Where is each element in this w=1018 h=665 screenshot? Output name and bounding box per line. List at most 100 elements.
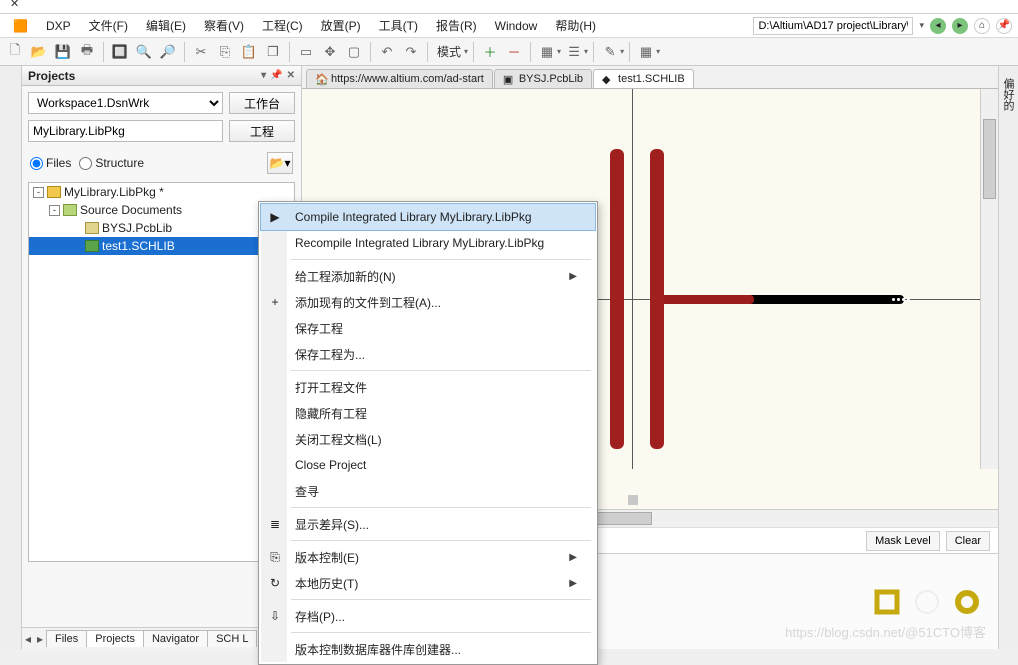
- menu-reports[interactable]: 报告(R): [429, 15, 484, 36]
- watermark: https://blog.csdn.net/@51CTO博客: [785, 622, 986, 641]
- ctx-item[interactable]: 保存工程为...: [261, 341, 595, 367]
- panel-close-icon[interactable]: ✕: [287, 70, 295, 81]
- panel-menu-icon[interactable]: ▾: [261, 70, 266, 81]
- workspace-select[interactable]: Workspace1.DsnWrk: [28, 92, 223, 114]
- tree-item[interactable]: - MyLibrary.LibPkg *: [29, 183, 294, 201]
- move-icon[interactable]: ✥: [319, 41, 341, 63]
- undo-icon[interactable]: ↶: [376, 41, 398, 63]
- pin-icon[interactable]: 📌: [996, 18, 1012, 34]
- ctx-icon: ≣: [267, 516, 283, 532]
- ctx-label: 添加现有的文件到工程(A)...: [295, 294, 441, 311]
- submenu-icon: ▶: [569, 578, 577, 589]
- zoom-fit-icon[interactable]: 🔲: [109, 41, 131, 63]
- tab-sch[interactable]: SCH L: [207, 630, 257, 647]
- ctx-item[interactable]: 保存工程: [261, 315, 595, 341]
- ctx-item[interactable]: ↻本地历史(T)▶: [261, 570, 595, 596]
- ctx-item[interactable]: 隐藏所有工程: [261, 400, 595, 426]
- workspace-button[interactable]: 工作台: [229, 92, 295, 114]
- menu-view[interactable]: 察看(V): [197, 15, 251, 36]
- project-input[interactable]: [28, 120, 223, 142]
- menu-file[interactable]: 文件(F): [82, 15, 135, 36]
- select-rect-icon[interactable]: ▭: [295, 41, 317, 63]
- panel-pin-icon[interactable]: 📌: [270, 70, 282, 81]
- doc-tab-label: BYSJ.PcbLib: [519, 73, 583, 85]
- doc-tab[interactable]: ◆test1.SCHLIB: [593, 69, 694, 88]
- ctx-item[interactable]: Close Project: [261, 452, 595, 478]
- ctx-label: 隐藏所有工程: [295, 405, 367, 422]
- project-tree[interactable]: -MyLibrary.LibPkg *-Source DocumentsBYSJ…: [28, 182, 295, 562]
- path-input[interactable]: [753, 17, 913, 35]
- part-icon[interactable]: ▦: [536, 41, 558, 63]
- ctx-item[interactable]: Recompile Integrated Library MyLibrary.L…: [261, 230, 595, 256]
- paste-icon[interactable]: 📋: [238, 41, 260, 63]
- tab-prev-icon[interactable]: ◂: [22, 632, 34, 646]
- home-icon[interactable]: ⌂: [974, 18, 990, 34]
- tree-item[interactable]: test1.SCHLIB: [29, 237, 294, 255]
- stack-icon[interactable]: ☰: [563, 41, 585, 63]
- doc-tab[interactable]: ▣ BYSJ.PcbLib: [494, 69, 592, 88]
- dup-icon[interactable]: ❐: [262, 41, 284, 63]
- mode-label[interactable]: 模式: [433, 43, 465, 60]
- expand-icon[interactable]: -: [49, 205, 60, 216]
- mask-level-button[interactable]: Mask Level: [866, 531, 940, 551]
- menu-dxp[interactable]: DXP: [39, 17, 78, 35]
- tree-label: MyLibrary.LibPkg *: [64, 185, 164, 199]
- ctx-item[interactable]: ⇩存档(P)...: [261, 603, 595, 629]
- menu-dxp-icon[interactable]: 🟧: [6, 17, 35, 35]
- menu-edit[interactable]: 编辑(E): [139, 15, 193, 36]
- radio-files[interactable]: Files: [30, 156, 71, 170]
- tree-item[interactable]: -Source Documents: [29, 201, 294, 219]
- menu-window[interactable]: Window: [488, 17, 545, 35]
- path-drop-icon[interactable]: ▾: [919, 20, 924, 31]
- ctx-item[interactable]: ⎘版本控制(E)▶: [261, 544, 595, 570]
- ctx-item[interactable]: 版本控制数据库器件库创建器...: [261, 636, 595, 662]
- save-icon[interactable]: 💾: [52, 41, 74, 63]
- dsel-icon[interactable]: ▢: [343, 41, 365, 63]
- dock-fav[interactable]: 偏好的: [998, 72, 1018, 649]
- new-doc-icon[interactable]: 🗋: [4, 41, 26, 63]
- ctx-item[interactable]: ▶Compile Integrated Library MyLibrary.Li…: [261, 204, 595, 230]
- axis-vertical: [632, 89, 633, 469]
- expand-icon[interactable]: -: [33, 187, 44, 198]
- ctx-item[interactable]: 查寻: [261, 478, 595, 504]
- pcblib-icon: ▣: [503, 73, 515, 85]
- cut-icon[interactable]: ✂: [190, 41, 212, 63]
- tab-projects[interactable]: Projects: [86, 630, 144, 647]
- nav-fwd-icon[interactable]: ▸: [952, 18, 968, 34]
- ctx-item[interactable]: 打开工程文件: [261, 374, 595, 400]
- handle[interactable]: [628, 495, 638, 505]
- tab-files[interactable]: Files: [46, 630, 87, 647]
- submenu-icon: ▶: [569, 552, 577, 563]
- tab-navigator[interactable]: Navigator: [143, 630, 208, 647]
- print-icon[interactable]: 🖶: [76, 41, 98, 63]
- menu-project[interactable]: 工程(C): [255, 15, 310, 36]
- ctx-item[interactable]: + 添加现有的文件到工程(A)...: [261, 289, 595, 315]
- clear-button[interactable]: Clear: [946, 531, 990, 551]
- folder-btn-icon[interactable]: 📂▾: [267, 152, 293, 174]
- nav-back-icon[interactable]: ◂: [930, 18, 946, 34]
- copy-icon[interactable]: ⎘: [214, 41, 236, 63]
- redo-icon[interactable]: ↷: [400, 41, 422, 63]
- scrollbar-vertical[interactable]: [980, 89, 998, 469]
- zoom-in-icon[interactable]: 🔍: [133, 41, 155, 63]
- ctx-item[interactable]: ≣显示差异(S)...: [261, 511, 595, 537]
- menubar: 🟧 DXP 文件(F) 编辑(E) 察看(V) 工程(C) 放置(P) 工具(T…: [0, 14, 1018, 38]
- plus-icon[interactable]: ＋: [479, 41, 501, 63]
- ctx-item[interactable]: 给工程添加新的(N)▶: [261, 263, 595, 289]
- pen-icon[interactable]: ✎: [599, 41, 621, 63]
- project-button[interactable]: 工程: [229, 120, 295, 142]
- minus-icon[interactable]: －: [503, 41, 525, 63]
- tab-next-icon[interactable]: ▸: [34, 632, 46, 646]
- doc-tab[interactable]: 🏠https://www.altium.com/ad-start: [306, 69, 493, 88]
- toolbar: 🗋 📂 💾 🖶 🔲 🔍 🔎 ✂ ⎘ 📋 ❐ ▭ ✥ ▢ ↶ ↷ 模式▾ ＋ － …: [0, 38, 1018, 66]
- grid-icon[interactable]: ▦: [635, 41, 657, 63]
- menu-tools[interactable]: 工具(T): [372, 15, 425, 36]
- ctx-item[interactable]: 关闭工程文档(L): [261, 426, 595, 452]
- tree-item[interactable]: BYSJ.PcbLib: [29, 219, 294, 237]
- menu-help[interactable]: 帮助(H): [548, 15, 603, 36]
- ctx-icon: +: [267, 294, 283, 310]
- radio-structure[interactable]: Structure: [79, 156, 144, 170]
- menu-place[interactable]: 放置(P): [314, 15, 368, 36]
- zoom-out-icon[interactable]: 🔎: [157, 41, 179, 63]
- open-icon[interactable]: 📂: [28, 41, 50, 63]
